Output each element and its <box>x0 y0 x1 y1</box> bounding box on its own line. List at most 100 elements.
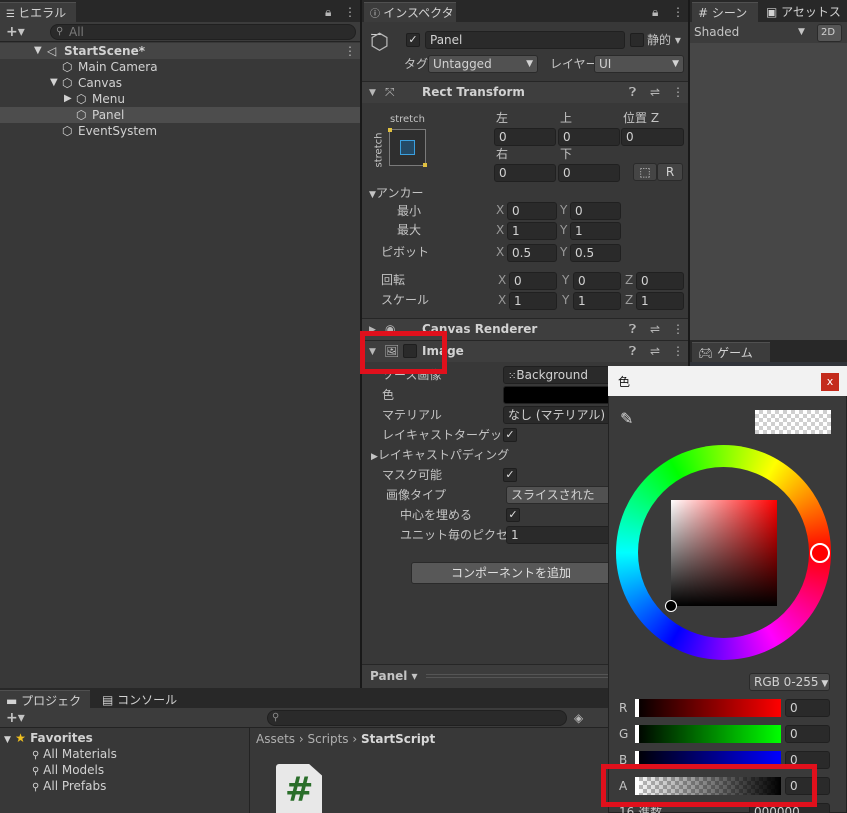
color-mode-dropdown[interactable]: RGB 0-255 ▼ <box>749 673 830 691</box>
blueprint-mode-button[interactable]: ⬚ <box>633 163 657 181</box>
ppu-field[interactable]: 1 <box>506 526 613 544</box>
tab-project[interactable]: ▬ プロジェクト <box>0 690 90 728</box>
rect-transform-header[interactable]: Rect Transform <box>362 81 688 103</box>
scale-y-field[interactable]: 1 <box>573 292 621 310</box>
rect-transform-icon: ⤧ <box>385 85 395 99</box>
layer-dropdown[interactable]: UI ▼ <box>594 55 684 73</box>
saturation-value-box[interactable] <box>671 500 777 606</box>
tab-scene[interactable]: # シーン <box>692 2 758 22</box>
lock-icon[interactable]: 🔒︎ <box>325 5 331 19</box>
sv-handle[interactable] <box>665 600 677 612</box>
g-slider-thumb[interactable] <box>635 725 639 743</box>
kebab-menu-icon[interactable]: ⋮ <box>672 344 684 358</box>
csharp-script-icon[interactable]: # <box>276 764 322 813</box>
rotation-z-field[interactable]: 0 <box>636 272 684 290</box>
fill-center-checkbox[interactable]: ✓ <box>506 508 520 522</box>
anchor-min-x-field[interactable]: 0 <box>507 202 557 220</box>
r-slider[interactable] <box>635 699 781 717</box>
raycast-padding-foldout[interactable]: ▶レイキャストパディング <box>371 447 509 465</box>
presets-icon[interactable]: ⇌ <box>650 322 660 336</box>
footer-resize-handle[interactable] <box>426 674 616 678</box>
add-component-button[interactable]: コンポーネントを追加 <box>411 562 611 584</box>
expand-arrow-icon[interactable]: ▼ <box>50 75 58 91</box>
image-type-dropdown[interactable]: スライスされた <box>506 486 613 504</box>
presets-icon[interactable]: ⇌ <box>650 344 660 358</box>
help-icon[interactable]: ❓︎ <box>629 322 636 336</box>
rotation-y-field[interactable]: 0 <box>573 272 621 290</box>
kebab-menu-icon[interactable]: ⋮ <box>672 85 684 99</box>
tab-asset-store[interactable]: ▣ アセットストア <box>760 2 847 39</box>
rotation-label: 回転 <box>381 273 406 287</box>
raw-edit-button[interactable]: R <box>657 163 683 181</box>
right-field[interactable]: 0 <box>494 164 556 182</box>
static-label[interactable]: 静的 ▾ <box>647 32 681 48</box>
grid-icon: # <box>698 6 709 20</box>
scale-x-field[interactable]: 1 <box>509 292 557 310</box>
g-slider[interactable] <box>635 725 781 743</box>
posz-field[interactable]: 0 <box>621 128 684 146</box>
anchor-max-x-field[interactable]: 1 <box>507 222 557 240</box>
tab-hierarchy[interactable]: ☰ ヒエラルキー <box>0 2 76 42</box>
rotation-x-field[interactable]: 0 <box>509 272 557 290</box>
hierarchy-item-canvas[interactable]: Canvas <box>78 75 122 91</box>
material-field[interactable]: なし (マテリアル) <box>503 406 613 424</box>
hierarchy-item-menu[interactable]: Menu <box>92 91 125 107</box>
hierarchy-item-main-camera[interactable]: Main Camera <box>78 59 158 75</box>
color-swatch[interactable] <box>503 386 613 404</box>
filter-by-type-icon[interactable]: ◈ <box>574 711 583 725</box>
top-field[interactable]: 0 <box>558 128 620 146</box>
shading-dropdown[interactable]: Shaded ▼ <box>694 24 810 40</box>
kebab-menu-icon[interactable]: ⋮ <box>672 322 684 336</box>
tab-inspector[interactable]: ⓘ インスペクター <box>364 2 456 42</box>
favorites-item[interactable]: ⚲ All Prefabs <box>32 778 106 796</box>
r-value-field[interactable]: 0 <box>785 699 830 717</box>
left-field[interactable]: 0 <box>494 128 556 146</box>
source-image-field[interactable]: ⁙Background <box>503 366 613 384</box>
g-value-field[interactable]: 0 <box>785 725 830 743</box>
stretch-top-label: stretch <box>390 114 425 125</box>
anchor-presets-button[interactable] <box>388 128 427 167</box>
active-checkbox[interactable]: ✓ <box>406 33 420 47</box>
anchor-min-y-field[interactable]: 0 <box>570 202 621 220</box>
project-search-input[interactable] <box>267 710 567 726</box>
tab-game[interactable]: 🎮︎ ゲーム <box>692 342 770 362</box>
r-slider-thumb[interactable] <box>635 699 639 717</box>
help-icon[interactable]: ❓︎ <box>629 344 636 358</box>
footer-object-dropdown[interactable]: Panel ▾ <box>370 668 418 684</box>
presets-icon[interactable]: ⇌ <box>650 85 660 99</box>
collapse-arrow-icon[interactable]: ▶ <box>64 91 72 107</box>
kebab-menu-icon[interactable]: ⋮ <box>672 5 684 19</box>
scene-menu-icon[interactable]: ⋮ <box>344 44 356 58</box>
scale-z-field[interactable]: 1 <box>636 292 684 310</box>
expand-arrow-icon[interactable]: ▼ <box>34 43 42 59</box>
anchors-foldout[interactable]: ▼アンカー <box>369 185 423 203</box>
star-icon: ★ <box>15 731 26 745</box>
kebab-menu-icon[interactable]: ⋮ <box>344 5 356 19</box>
hierarchy-search-input[interactable]: All <box>50 24 356 40</box>
hierarchy-item-panel[interactable]: Panel <box>92 107 124 123</box>
help-icon[interactable]: ❓︎ <box>629 85 636 99</box>
maskable-checkbox[interactable]: ✓ <box>503 468 517 482</box>
lock-icon[interactable]: 🔒︎ <box>652 5 658 19</box>
bottom-field[interactable]: 0 <box>558 164 620 182</box>
raycast-target-checkbox[interactable]: ✓ <box>503 428 517 442</box>
project-add-button[interactable]: +▾ <box>6 710 25 726</box>
hue-handle[interactable] <box>810 543 830 563</box>
close-button[interactable]: x <box>821 373 839 391</box>
anchor-max-y-field[interactable]: 1 <box>570 222 621 240</box>
object-name-input[interactable]: Panel <box>425 31 625 49</box>
tab-console[interactable]: ▤ コンソール <box>96 690 186 710</box>
breadcrumb-scripts[interactable]: Scripts <box>308 732 349 746</box>
hierarchy-item-eventsystem[interactable]: EventSystem <box>78 123 157 139</box>
fold-arrow-icon[interactable]: ▼ <box>369 86 376 100</box>
add-button[interactable]: +▾ <box>6 24 25 40</box>
eyedropper-icon[interactable]: ✎ <box>620 411 633 427</box>
pivot-y-field[interactable]: 0.5 <box>570 244 621 262</box>
2d-toggle-button[interactable]: 2D <box>817 24 842 42</box>
breadcrumb-assets[interactable]: Assets <box>256 732 295 746</box>
selected-row[interactable] <box>0 107 360 123</box>
pivot-x-field[interactable]: 0.5 <box>507 244 557 262</box>
breadcrumb-startscript[interactable]: StartScript <box>361 732 435 746</box>
tag-dropdown[interactable]: Untagged ▼ <box>428 55 538 73</box>
static-checkbox[interactable] <box>630 33 644 47</box>
